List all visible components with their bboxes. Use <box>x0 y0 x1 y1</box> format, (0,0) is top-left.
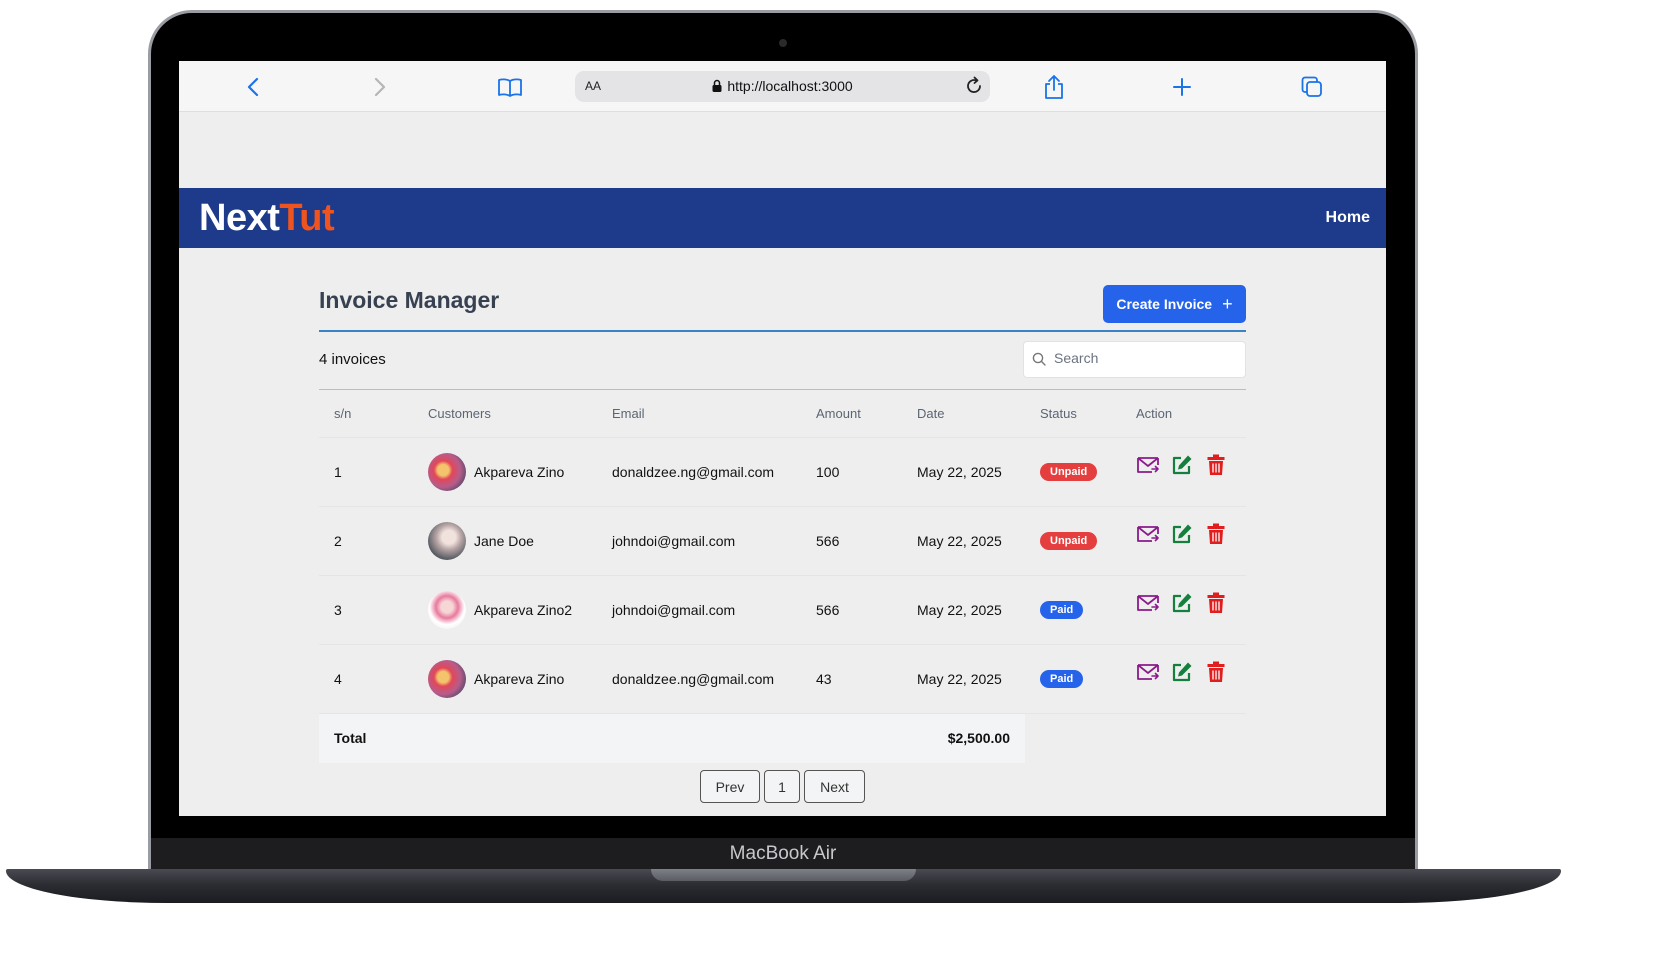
prev-page-button[interactable]: Prev <box>700 770 760 803</box>
header-status: Status <box>1040 405 1077 421</box>
total-label: Total <box>319 712 413 763</box>
send-icon[interactable] <box>1136 453 1159 476</box>
avatar <box>428 659 466 698</box>
row-actions <box>1136 453 1246 476</box>
edit-icon[interactable] <box>1170 591 1193 614</box>
bookmarks-icon[interactable] <box>497 74 523 100</box>
cell-date: May 22, 2025 <box>902 643 1025 713</box>
row-actions <box>1136 591 1246 614</box>
delete-icon[interactable] <box>1204 660 1227 683</box>
pagination: Prev 1 Next <box>700 770 865 803</box>
send-icon[interactable] <box>1136 591 1159 614</box>
browser-toolbar: AA http://localhost:3000 <box>179 61 1386 112</box>
cell-sn: 2 <box>319 505 413 575</box>
delete-icon[interactable] <box>1204 522 1227 545</box>
customer-name: Jane Doe <box>474 532 534 549</box>
header-sn: s/n <box>334 405 352 421</box>
next-page-button[interactable]: Next <box>804 770 865 803</box>
table-row: 2 Jane Doe johndoi@gmail.com 566 May 22,… <box>319 505 1246 575</box>
customer-name: Akpareva Zino2 <box>474 601 573 618</box>
laptop-brand-label: MacBook Air <box>729 843 837 864</box>
lock-icon <box>712 79 722 95</box>
search-input[interactable] <box>1054 350 1234 366</box>
invoice-table: s/n Customers Email Amount Date Status A… <box>319 390 1246 763</box>
customer-name: Akpareva Zino <box>474 670 565 687</box>
header-customers: Customers <box>428 405 491 421</box>
edit-icon[interactable] <box>1170 660 1193 683</box>
cell-sn: 4 <box>319 643 413 713</box>
navbar: NextTut Home <box>179 188 1386 248</box>
reload-icon[interactable] <box>964 76 984 101</box>
status-badge: Unpaid <box>1040 532 1098 550</box>
table-row: 1 Akpareva Zino donaldzee.ng@gmail.com 1… <box>319 436 1246 506</box>
avatar <box>428 452 466 491</box>
url-display: http://localhost:3000 <box>575 78 990 95</box>
new-tab-icon[interactable] <box>1169 74 1195 100</box>
camera <box>779 39 787 47</box>
cell-sn: 3 <box>319 574 413 644</box>
customer-name: Akpareva Zino <box>474 463 565 480</box>
customer-cell: Akpareva Zino2 <box>428 590 597 629</box>
customer-cell: Akpareva Zino <box>428 452 597 491</box>
cell-email: donaldzee.ng@gmail.com <box>597 436 801 506</box>
title-divider <box>319 330 1246 332</box>
delete-icon[interactable] <box>1204 591 1227 614</box>
page-number-button[interactable]: 1 <box>764 770 800 803</box>
cell-email: donaldzee.ng@gmail.com <box>597 643 801 713</box>
logo-part-next: Next <box>199 197 280 239</box>
create-invoice-button[interactable]: Create Invoice + <box>1103 285 1246 323</box>
customer-cell: Akpareva Zino <box>428 659 597 698</box>
tabs-icon[interactable] <box>1299 74 1325 100</box>
forward-icon[interactable] <box>367 74 393 100</box>
avatar <box>428 521 466 560</box>
cell-email: johndoi@gmail.com <box>597 505 801 575</box>
url-text: http://localhost:3000 <box>727 78 853 94</box>
address-bar[interactable]: AA http://localhost:3000 <box>575 71 990 102</box>
send-icon[interactable] <box>1136 522 1159 545</box>
send-icon[interactable] <box>1136 660 1159 683</box>
cell-sn: 1 <box>319 436 413 506</box>
laptop-notch <box>651 869 916 881</box>
page-title: Invoice Manager <box>319 287 500 313</box>
header-amount: Amount <box>816 405 861 421</box>
table-row: 3 Akpareva Zino2 johndoi@gmail.com 566 M… <box>319 574 1246 644</box>
total-value: $2,500.00 <box>801 712 1025 763</box>
status-badge: Unpaid <box>1040 463 1098 481</box>
search-icon <box>1032 352 1046 371</box>
cell-amount: 43 <box>801 643 902 713</box>
plus-icon: + <box>1222 293 1233 314</box>
table-header-row: s/n Customers Email Amount Date Status A… <box>319 390 1246 437</box>
logo[interactable]: NextTut <box>199 197 335 240</box>
cell-date: May 22, 2025 <box>902 574 1025 644</box>
customer-cell: Jane Doe <box>428 521 597 560</box>
cell-email: johndoi@gmail.com <box>597 574 801 644</box>
cell-amount: 566 <box>801 505 902 575</box>
row-actions <box>1136 522 1246 545</box>
table-row: 4 Akpareva Zino donaldzee.ng@gmail.com 4… <box>319 643 1246 713</box>
nav-home-link[interactable]: Home <box>1326 209 1370 227</box>
back-icon[interactable] <box>240 74 266 100</box>
total-row: Total $2,500.00 <box>319 712 1246 763</box>
logo-part-tut: Tut <box>279 197 335 239</box>
header-date: Date <box>917 405 945 421</box>
status-badge: Paid <box>1040 670 1084 688</box>
search-field[interactable] <box>1023 341 1246 378</box>
avatar <box>428 590 466 629</box>
cell-amount: 100 <box>801 436 902 506</box>
create-invoice-label: Create Invoice <box>1116 296 1213 312</box>
header-email: Email <box>612 405 645 421</box>
cell-amount: 566 <box>801 574 902 644</box>
cell-date: May 22, 2025 <box>902 436 1025 506</box>
share-icon[interactable] <box>1041 74 1067 100</box>
header-action: Action <box>1136 405 1173 421</box>
delete-icon[interactable] <box>1204 453 1227 476</box>
row-actions <box>1136 660 1246 683</box>
edit-icon[interactable] <box>1170 522 1193 545</box>
screen: AA http://localhost:3000 NextTut Home In… <box>179 61 1386 816</box>
cell-date: May 22, 2025 <box>902 505 1025 575</box>
status-badge: Paid <box>1040 601 1084 619</box>
edit-icon[interactable] <box>1170 453 1193 476</box>
invoice-count: 4 invoices <box>319 351 386 368</box>
